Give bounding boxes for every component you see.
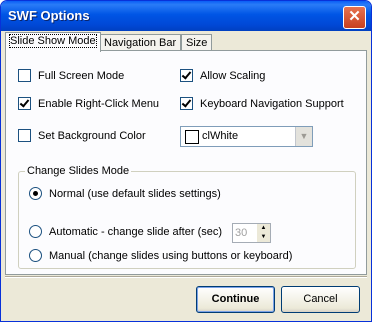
tab-size[interactable]: Size (181, 34, 213, 51)
allow-scaling-checkbox[interactable]: Allow Scaling (180, 69, 265, 82)
keyboard-navigation-checkbox[interactable]: Keyboard Navigation Support (180, 97, 344, 110)
group-legend: Change Slides Mode (25, 165, 132, 177)
background-color-value: clWhite (202, 130, 239, 142)
radio-dot[interactable] (29, 187, 42, 200)
background-color-select[interactable]: clWhite ▼ (180, 126, 313, 147)
swf-options-dialog: SWF Options ✕ Slide Show Mode Navigation… (0, 0, 372, 322)
cancel-button[interactable]: Cancel (281, 286, 360, 313)
seconds-value[interactable]: 30 (235, 227, 247, 239)
radio-dot[interactable] (29, 225, 42, 238)
right-click-menu-checkbox[interactable]: Enable Right-Click Menu (18, 97, 159, 110)
seconds-stepper[interactable]: 30 ▲ ▼ (232, 223, 271, 243)
manual-mode-radio[interactable]: Manual (change slides using buttons or k… (29, 249, 292, 262)
spin-down-icon[interactable]: ▼ (257, 233, 270, 242)
chevron-down-icon[interactable]: ▼ (295, 127, 312, 146)
checkbox-box[interactable] (180, 97, 193, 110)
window-title: SWF Options (8, 8, 90, 23)
color-swatch (185, 130, 199, 144)
continue-button[interactable]: Continue (196, 286, 275, 313)
close-button[interactable]: ✕ (343, 6, 366, 29)
checkbox-box[interactable] (18, 129, 31, 142)
close-icon: ✕ (348, 8, 361, 25)
spin-up-icon[interactable]: ▲ (257, 224, 270, 233)
checkbox-box[interactable] (18, 97, 31, 110)
change-slides-mode-group: Change Slides Mode Normal (use default s… (18, 165, 356, 269)
tab-navigation-bar[interactable]: Navigation Bar (99, 34, 182, 51)
checkbox-box[interactable] (18, 69, 31, 82)
footer-divider (5, 276, 367, 278)
tab-slide-show-mode[interactable]: Slide Show Mode (5, 32, 101, 52)
normal-mode-radio[interactable]: Normal (use default slides settings) (29, 187, 221, 200)
automatic-mode-radio[interactable]: Automatic - change slide after (sec) (29, 225, 222, 238)
full-screen-checkbox[interactable]: Full Screen Mode (18, 69, 124, 82)
slide-show-mode-panel: Full Screen Mode Enable Right-Click Menu… (5, 50, 367, 275)
checkbox-box[interactable] (180, 69, 193, 82)
title-bar[interactable]: SWF Options ✕ (1, 1, 371, 31)
set-background-color-checkbox[interactable]: Set Background Color (18, 129, 146, 142)
radio-dot[interactable] (29, 249, 42, 262)
